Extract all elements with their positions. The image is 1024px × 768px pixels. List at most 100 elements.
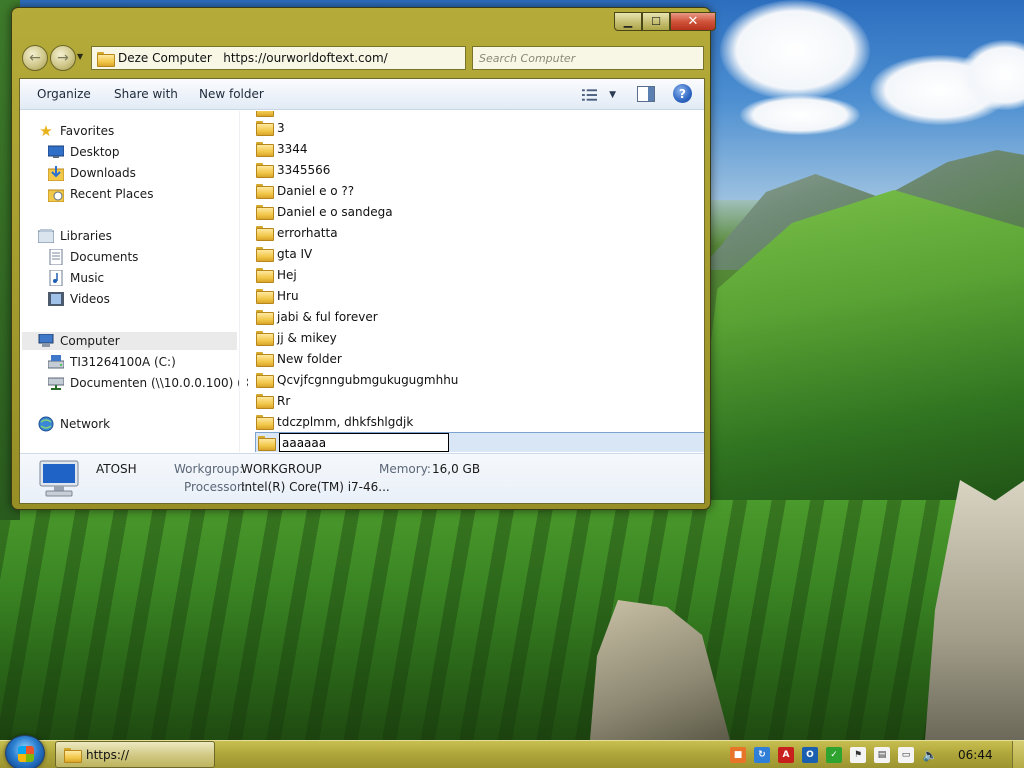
help-button[interactable]: ? <box>673 84 692 103</box>
command-bar: Organize Share with New folder ▼ ? <box>20 79 704 110</box>
forward-button[interactable]: → <box>50 45 76 71</box>
list-item[interactable]: Rr <box>256 391 702 411</box>
new-folder-button[interactable]: New folder <box>199 87 264 101</box>
nav-item-label: Music <box>70 271 105 285</box>
file-name: 3 <box>277 121 285 135</box>
videos-icon <box>48 291 64 307</box>
list-item[interactable]: 3345566 <box>256 160 702 180</box>
list-item[interactable]: tdczplmm, dhkfshlgdjk <box>256 412 702 432</box>
pane-splitter[interactable] <box>239 111 247 452</box>
minimize-button[interactable]: ▁ <box>614 12 642 31</box>
list-item[interactable]: 3 <box>256 118 702 138</box>
sync-icon[interactable]: ↻ <box>754 747 770 763</box>
file-name: Qcvjfcgnngubmgukugugmhhu <box>277 373 459 387</box>
list-item[interactable]: Daniel e o ?? <box>256 181 702 201</box>
list-item[interactable]: Hru <box>256 286 702 306</box>
address-bar[interactable]: Deze Computer https://ourworldoftext.com… <box>91 46 466 70</box>
nav-item-drive-c[interactable]: TI31264100A (C:) <box>48 353 176 371</box>
device-icon[interactable]: ▤ <box>874 747 890 763</box>
action-center-icon[interactable]: ⚑ <box>850 747 866 763</box>
rename-input[interactable] <box>279 433 449 452</box>
processor-label: Processor: <box>184 480 246 494</box>
folder-icon <box>256 247 274 262</box>
view-list-icon <box>582 89 598 101</box>
list-item[interactable]: jj & mikey <box>256 328 702 348</box>
nav-network-label: Network <box>60 417 111 431</box>
address-text: Deze Computer https://ourworldoftext.com… <box>118 51 388 65</box>
folder-icon <box>256 415 274 430</box>
computer-name: ATOSH <box>96 462 137 476</box>
file-name: jabi & ful forever <box>277 310 378 324</box>
desktop-icon <box>48 144 64 160</box>
nav-libraries[interactable]: Libraries <box>38 227 112 245</box>
show-desktop-button[interactable] <box>1012 741 1024 768</box>
maximize-button[interactable]: ☐ <box>642 12 670 31</box>
computer-icon <box>38 333 54 349</box>
folder-icon <box>256 163 274 178</box>
shield-icon[interactable]: ■ <box>730 747 746 763</box>
checkmark-icon[interactable]: ✓ <box>826 747 842 763</box>
close-button[interactable]: ✕ <box>670 12 716 31</box>
clock[interactable]: 06:44 <box>958 748 993 762</box>
recent-pages-dropdown[interactable]: ▼ <box>77 52 83 61</box>
file-name: gta IV <box>277 247 313 261</box>
hard-drive-icon <box>48 354 64 370</box>
memory-label: Memory: <box>379 462 431 476</box>
network-icon <box>38 416 54 432</box>
file-name: Daniel e o sandega <box>277 205 393 219</box>
list-item[interactable]: 3344 <box>256 139 702 159</box>
share-with-button[interactable]: Share with <box>114 87 178 101</box>
nav-computer[interactable]: Computer <box>22 332 237 350</box>
nav-favorites[interactable]: ★ Favorites <box>38 122 114 140</box>
back-button[interactable]: ← <box>22 45 48 71</box>
list-item[interactable]: Qcvjfcgnngubmgukugugmhhu <box>256 370 702 390</box>
nav-network[interactable]: Network <box>38 415 110 433</box>
nav-libraries-label: Libraries <box>60 229 112 243</box>
nav-item-recent-places[interactable]: Recent Places <box>48 185 153 203</box>
nav-item-downloads[interactable]: Downloads <box>48 164 136 182</box>
file-name: tdczplmm, dhkfshlgdjk <box>277 415 414 429</box>
file-name: 3345566 <box>277 163 331 177</box>
list-item[interactable]: Hej <box>256 265 702 285</box>
list-item[interactable]: gta IV <box>256 244 702 264</box>
monitor-icon[interactable]: ▭ <box>898 747 914 763</box>
file-name: Hru <box>277 289 299 303</box>
nav-item-label: Desktop <box>70 145 120 159</box>
wallpaper-cloud <box>720 0 870 100</box>
volume-icon[interactable]: 🔈 <box>922 747 938 763</box>
arrow-right-icon: → <box>57 50 69 66</box>
taskbar-explorer-button[interactable]: https:// <box>55 741 215 768</box>
pdf-icon[interactable]: A <box>778 747 794 763</box>
search-input[interactable] <box>472 46 704 70</box>
organize-button[interactable]: Organize <box>37 87 91 101</box>
list-item[interactable]: jabi & ful forever <box>256 307 702 327</box>
nav-item-desktop[interactable]: Desktop <box>48 143 120 161</box>
nav-item-music[interactable]: Music <box>48 269 104 287</box>
computer-icon <box>39 460 79 497</box>
outlook-icon[interactable]: O <box>802 747 818 763</box>
nav-item-network-drive[interactable]: Documenten (\\10.0.0.100) (X:) <box>48 374 259 392</box>
list-item[interactable]: New folder <box>256 349 702 369</box>
list-item[interactable]: errorhatta <box>256 223 702 243</box>
nav-item-label: Videos <box>70 292 110 306</box>
file-name: New folder <box>277 352 342 366</box>
music-icon <box>48 270 64 286</box>
list-item-renaming[interactable] <box>255 432 704 452</box>
folder-icon <box>256 289 274 304</box>
nav-item-documents[interactable]: Documents <box>48 248 138 266</box>
change-view-button[interactable]: ▼ <box>582 86 616 104</box>
folder-icon <box>256 331 274 346</box>
taskbar: https:// ■ ↻ A O ✓ ⚑ ▤ ▭ 🔈 06:44 <box>0 735 1024 768</box>
star-icon: ★ <box>39 122 53 140</box>
file-name: 3344 <box>277 142 308 156</box>
wallpaper-cloud <box>740 95 860 135</box>
folder-icon <box>256 111 274 117</box>
folder-icon <box>256 268 274 283</box>
nav-item-label: Documenten (\\10.0.0.100) (X:) <box>70 376 259 390</box>
nav-item-videos[interactable]: Videos <box>48 290 110 308</box>
documents-icon <box>48 249 64 265</box>
preview-pane-button[interactable] <box>637 86 655 102</box>
file-list: 3 3344 3345566 Daniel e o ?? Daniel e o … <box>248 111 704 452</box>
start-button[interactable] <box>5 735 45 768</box>
list-item[interactable]: Daniel e o sandega <box>256 202 702 222</box>
